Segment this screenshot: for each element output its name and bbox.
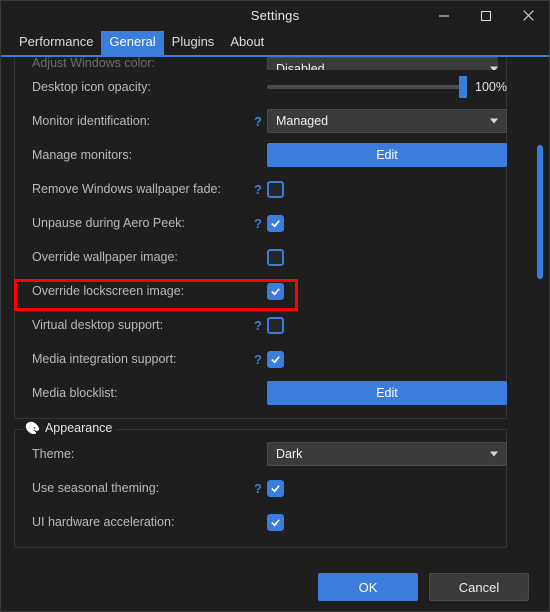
row-adjust-windows-color: Adjust Windows color: ? Disabled [23,57,498,70]
help-icon-override-wallpaper-image: ? [249,250,267,265]
chevron-down-icon [490,118,498,124]
label-monitor-identification: Monitor identification: [32,114,151,128]
label-override-wallpaper-image: Override wallpaper image: [32,250,178,264]
scrollbar-thumb[interactable] [537,145,543,279]
maximize-icon [480,10,492,22]
check-icon [271,518,280,526]
vertical-scrollbar[interactable] [534,57,546,563]
help-icon-seasonal-theming[interactable]: ? [249,481,267,496]
ok-button[interactable]: OK [318,573,418,601]
minimize-button[interactable] [423,1,465,30]
appearance-group-label: Appearance [44,421,113,435]
appearance-group-title: 🎨 Appearance [23,421,118,435]
label-remove-wallpaper-fade: Remove Windows wallpaper fade: [32,182,221,196]
checkbox-override-lockscreen-image[interactable] [267,282,284,300]
row-seasonal-theming: Use seasonal theming: ? [23,471,498,505]
cancel-button[interactable]: Cancel [429,573,529,601]
media-blocklist-edit-button[interactable]: Edit [267,381,507,405]
tab-about[interactable]: About [222,31,272,55]
label-ui-hardware-acceleration: UI hardware acceleration: [32,515,175,529]
general-group: Adjust Windows color: ? Disabled Desktop… [14,57,507,419]
desktop-icon-opacity-slider[interactable]: 100% [267,76,507,98]
manage-monitors-edit-button[interactable]: Edit [267,143,507,167]
row-media-integration-support: Media integration support: ? [23,342,498,376]
settings-scroll-area: Adjust Windows color: ? Disabled Desktop… [1,57,549,563]
checkbox-ui-hardware-acceleration[interactable] [267,513,284,531]
help-icon-media-integration-support[interactable]: ? [249,352,267,367]
monitor-identification-value: Managed [276,114,329,128]
tab-plugins[interactable]: Plugins [164,31,223,55]
adjust-windows-color-dropdown[interactable]: Disabled [267,57,498,70]
check-icon [271,355,280,363]
checkbox-override-wallpaper-image[interactable] [267,248,284,266]
label-seasonal-theming: Use seasonal theming: [32,481,160,495]
row-remove-wallpaper-fade: Remove Windows wallpaper fade: ? [23,172,498,206]
label-virtual-desktop-support: Virtual desktop support: [32,318,164,332]
help-icon-theme: ? [249,447,267,462]
checkbox-seasonal-theming[interactable] [267,479,284,497]
row-monitor-identification: Monitor identification: ? Managed [23,104,507,138]
label-unpause-aero-peek: Unpause during Aero Peek: [32,216,185,230]
settings-content: Adjust Windows color: ? Disabled Desktop… [1,57,517,548]
help-icon-monitor-identification[interactable]: ? [249,114,267,129]
tab-performance[interactable]: Performance [11,31,101,55]
check-icon [271,484,280,492]
maximize-button[interactable] [465,1,507,30]
row-desktop-icon-opacity: Desktop icon opacity: ? 100% [23,70,507,104]
row-theme: Theme: ? Dark [23,437,507,471]
label-media-integration-support: Media integration support: [32,352,177,366]
row-media-blocklist: Media blocklist: ? Edit [23,376,507,410]
monitor-identification-dropdown[interactable]: Managed [267,109,507,133]
help-icon-virtual-desktop-support[interactable]: ? [249,318,267,333]
checkbox-virtual-desktop-support[interactable] [267,316,284,334]
help-icon-adjust-windows-color: ? [249,57,267,70]
label-manage-monitors: Manage monitors: [32,148,133,162]
tab-general[interactable]: General [101,31,164,55]
checkbox-unpause-aero-peek[interactable] [267,214,284,232]
row-unpause-aero-peek: Unpause during Aero Peek: ? [23,206,498,240]
appearance-group: 🎨 Appearance Theme: ? Dark Use seasonal … [14,421,507,548]
label-theme: Theme: [32,447,75,461]
minimize-icon [438,10,450,22]
checkbox-remove-wallpaper-fade[interactable] [267,180,284,198]
theme-value: Dark [276,447,303,461]
label-adjust-windows-color: Adjust Windows color: [32,57,155,70]
window-controls [423,1,549,30]
settings-window: Settings Performance General Plugins Abo… [0,0,550,612]
theme-dropdown[interactable]: Dark [267,442,507,466]
help-icon-ui-hardware-acceleration: ? [249,515,267,530]
check-icon [271,219,280,227]
label-desktop-icon-opacity: Desktop icon opacity: [32,80,151,94]
adjust-windows-color-value: Disabled [276,62,325,70]
chevron-down-icon [490,451,498,457]
slider-handle[interactable] [459,76,467,98]
palette-icon: 🎨 [25,421,40,435]
row-ui-hardware-acceleration: UI hardware acceleration: ? [23,505,498,539]
help-icon-unpause-aero-peek[interactable]: ? [249,216,267,231]
slider-track [267,85,465,89]
help-icon-remove-wallpaper-fade[interactable]: ? [249,182,267,197]
label-media-blocklist: Media blocklist: [32,386,118,400]
desktop-icon-opacity-value: 100% [475,80,507,94]
row-override-lockscreen-image: Override lockscreen image: ? [23,274,498,308]
help-icon-media-blocklist: ? [249,386,267,401]
row-manage-monitors: Manage monitors: ? Edit [23,138,507,172]
check-icon [271,287,280,295]
tab-bar: Performance General Plugins About [1,30,549,57]
close-button[interactable] [507,1,549,30]
label-override-lockscreen-image: Override lockscreen image: [32,284,185,298]
help-icon-desktop-icon-opacity: ? [249,80,267,95]
row-override-wallpaper-image: Override wallpaper image: ? [23,240,498,274]
row-virtual-desktop-support: Virtual desktop support: ? [23,308,498,342]
help-icon-override-lockscreen-image: ? [249,284,267,299]
help-icon-manage-monitors: ? [249,148,267,163]
close-icon [522,9,535,22]
title-bar: Settings [1,1,549,30]
dialog-footer: OK Cancel [1,563,549,611]
checkbox-media-integration-support[interactable] [267,350,284,368]
